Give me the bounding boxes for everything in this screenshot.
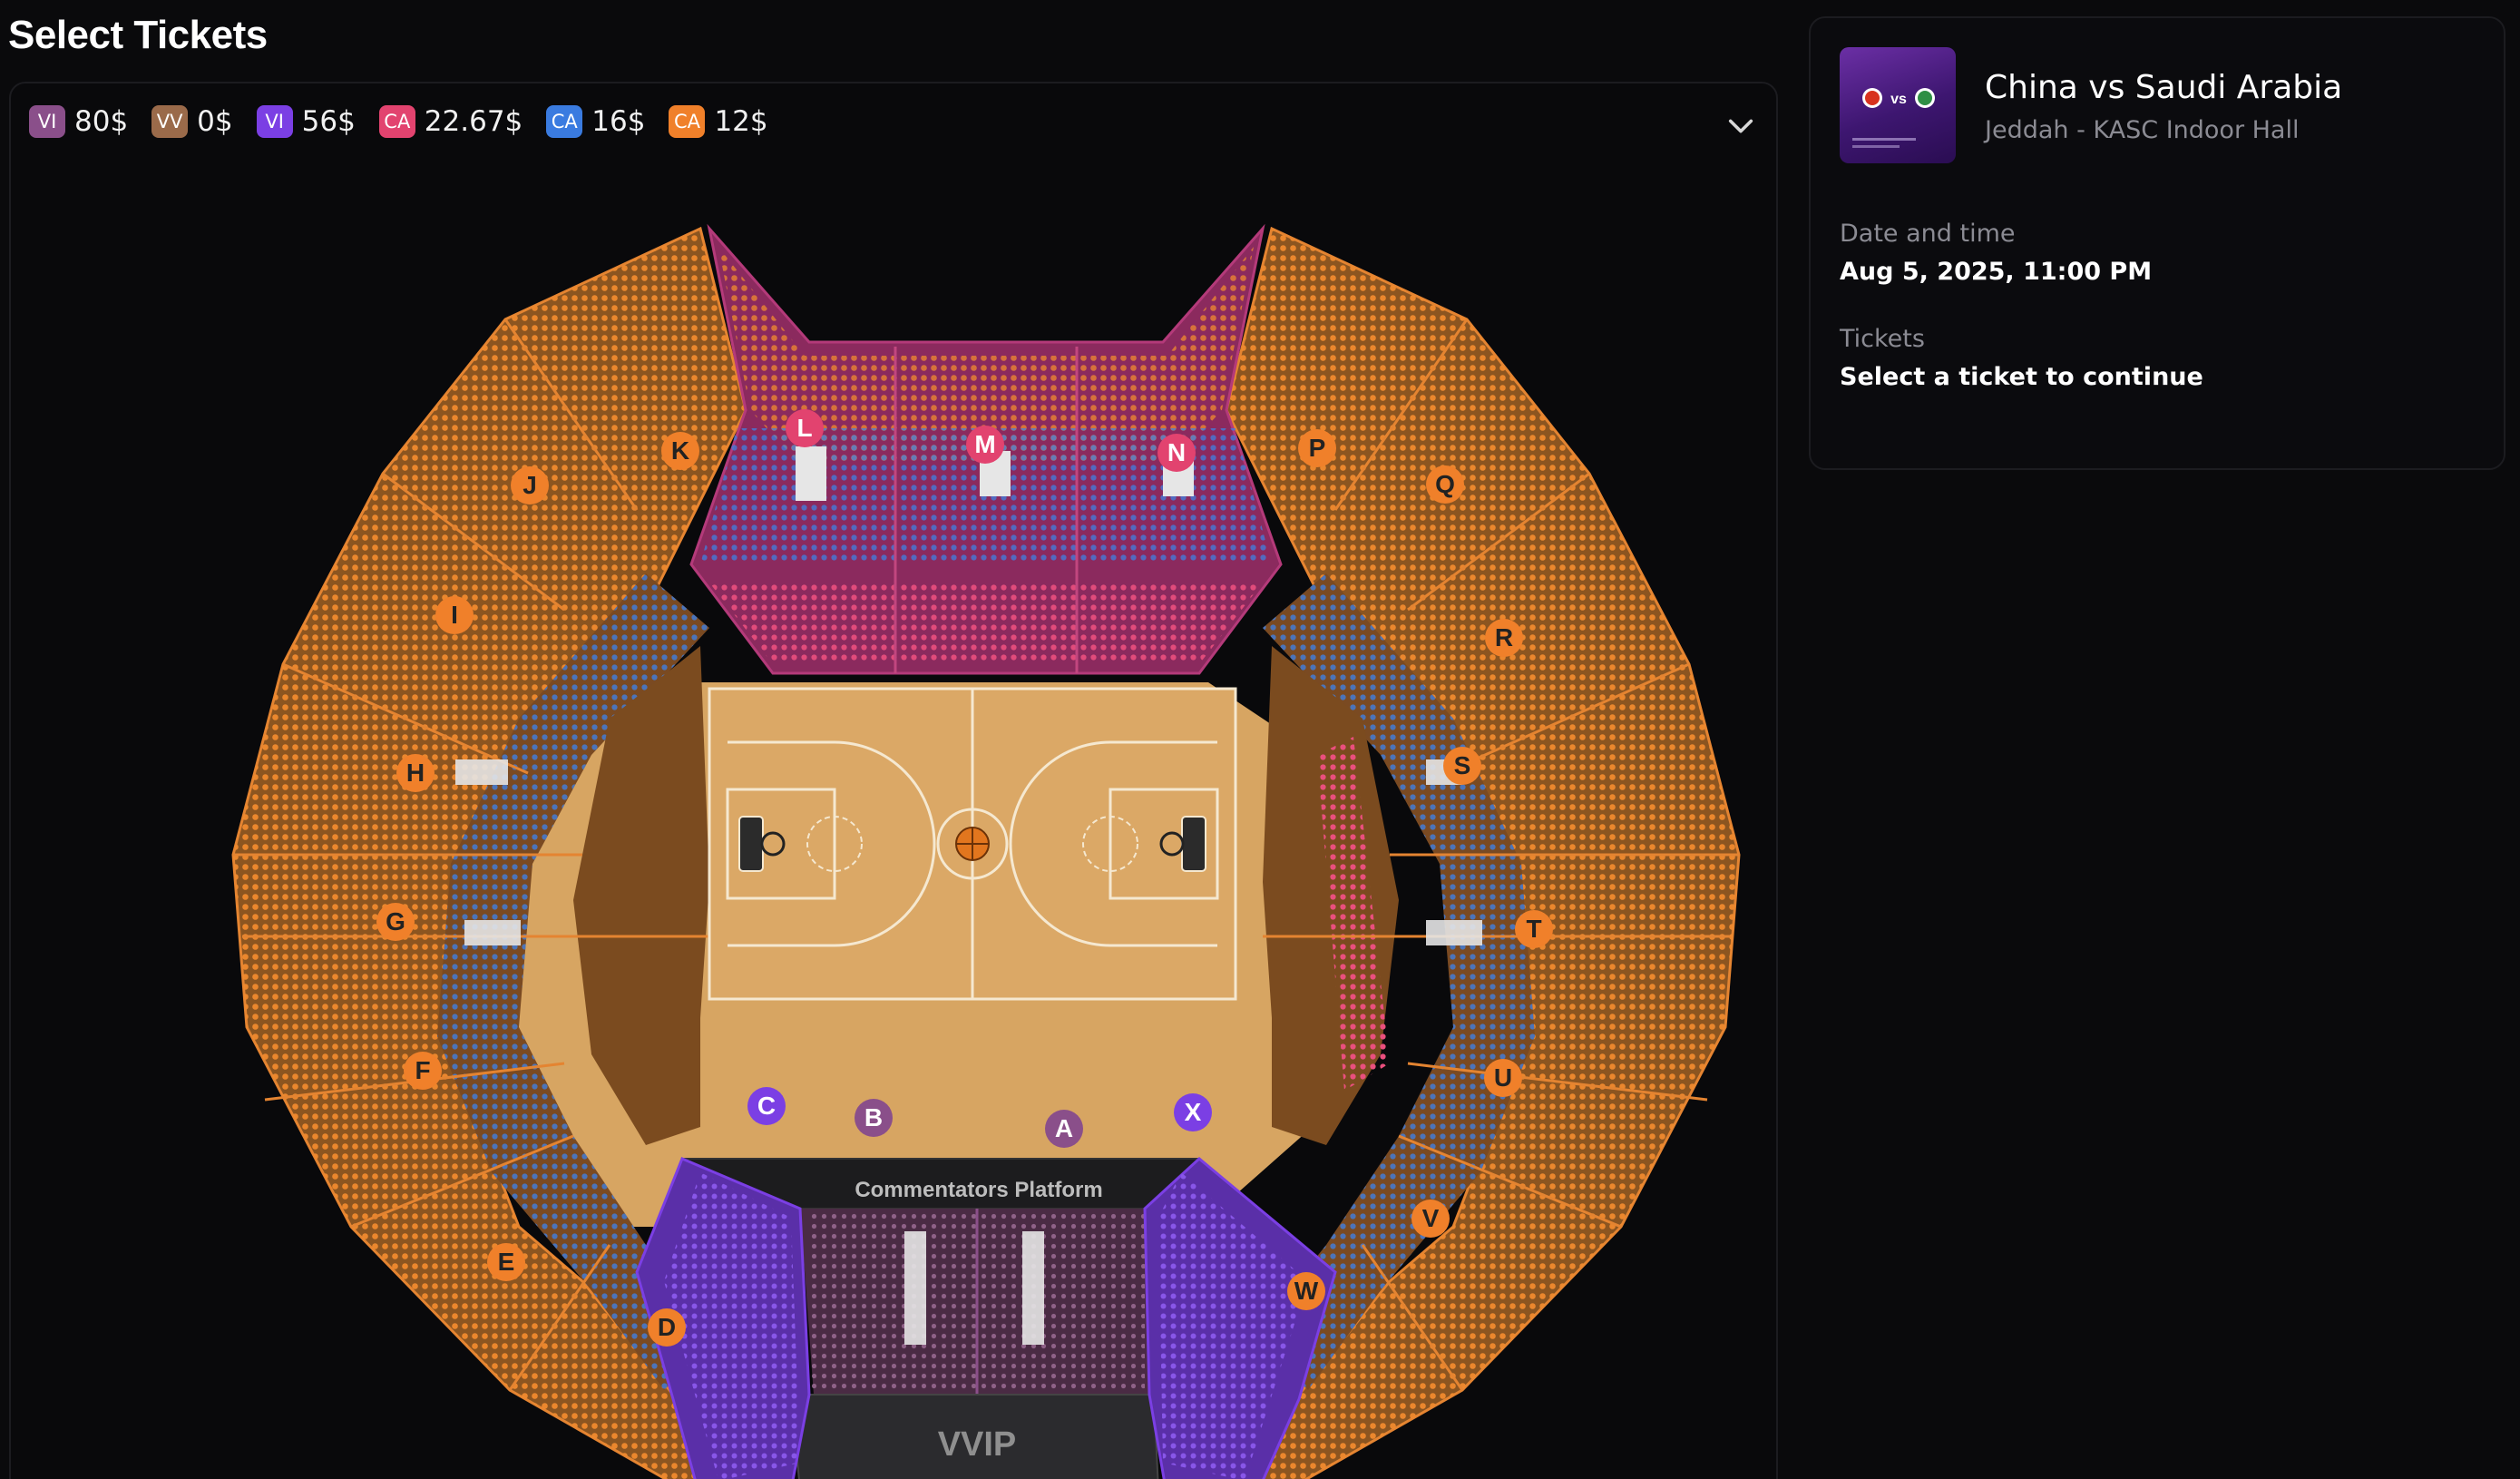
section-label: K (671, 436, 689, 465)
section-marker-R[interactable]: R (1485, 619, 1523, 657)
event-summary-card: vs China vs Saudi Arabia Jeddah - KASC I… (1809, 16, 2505, 470)
section-label: P (1309, 434, 1326, 462)
section-label: X (1185, 1098, 1202, 1126)
event-thumbnail: vs (1840, 47, 1956, 163)
vvip-label: VVIP (938, 1425, 1017, 1464)
section-marker-A[interactable]: A (1045, 1110, 1083, 1148)
event-venue: Jeddah - KASC Indoor Hall (1985, 116, 2300, 144)
arena-map: Commentators Platform VVIP A B C D E F G… (231, 223, 1741, 1479)
section-marker-F[interactable]: F (404, 1052, 442, 1090)
section-marker-J[interactable]: J (511, 466, 549, 504)
section-label: S (1454, 751, 1471, 779)
section-label: B (864, 1103, 883, 1131)
date-time-label: Date and time (1840, 220, 2016, 248)
section-label: N (1167, 438, 1186, 466)
commentators-platform-label: Commentators Platform (855, 1178, 1102, 1202)
section-marker-X[interactable]: X (1174, 1093, 1212, 1131)
section-label: M (974, 430, 995, 458)
section-marker-C[interactable]: C (747, 1087, 786, 1125)
section-marker-K[interactable]: K (661, 432, 699, 470)
section-label: D (658, 1313, 676, 1341)
section-label: G (386, 907, 405, 935)
section-label: I (451, 601, 458, 629)
section-marker-E[interactable]: E (487, 1243, 525, 1281)
section-label: J (523, 471, 537, 499)
section-marker-P[interactable]: P (1298, 429, 1336, 467)
section-marker-V[interactable]: V (1411, 1200, 1450, 1238)
section-label: A (1055, 1114, 1073, 1142)
section-label: C (757, 1092, 776, 1120)
tickets-value: Select a ticket to continue (1840, 363, 2203, 391)
section-label: U (1494, 1063, 1512, 1092)
seat-map-panel: VI 80$ VV 0$ VI 56$ CA 22.67$ CA 16$ CA … (9, 82, 1778, 1479)
section-marker-T[interactable]: T (1515, 910, 1553, 948)
section-label: L (796, 414, 812, 442)
section-label: W (1294, 1277, 1319, 1305)
basketball-court (708, 687, 1237, 1001)
section-marker-W[interactable]: W (1287, 1272, 1325, 1310)
section-label: T (1526, 915, 1541, 943)
section-marker-U[interactable]: U (1484, 1059, 1522, 1097)
page-title: Select Tickets (8, 13, 268, 57)
section-label: V (1422, 1204, 1440, 1232)
match-flags-icon: vs (1852, 88, 1935, 148)
section-marker-N[interactable]: N (1157, 434, 1196, 472)
section-marker-D[interactable]: D (648, 1308, 686, 1347)
tickets-label: Tickets (1840, 325, 1925, 353)
section-label: H (406, 759, 425, 787)
thumbnail-vs-text: vs (1890, 92, 1907, 107)
section-marker-L[interactable]: L (786, 409, 824, 447)
section-marker-H[interactable]: H (396, 754, 435, 792)
section-label: E (498, 1248, 515, 1276)
section-marker-S[interactable]: S (1443, 747, 1481, 785)
event-title: China vs Saudi Arabia (1985, 69, 2343, 106)
section-label: Q (1435, 470, 1455, 498)
section-label: F (415, 1056, 430, 1084)
section-marker-Q[interactable]: Q (1426, 465, 1464, 504)
section-marker-I[interactable]: I (435, 596, 474, 634)
basketball-icon (955, 827, 990, 861)
section-marker-G[interactable]: G (376, 903, 415, 941)
date-time-value: Aug 5, 2025, 11:00 PM (1840, 258, 2153, 286)
section-marker-M[interactable]: M (966, 426, 1004, 464)
section-marker-B[interactable]: B (855, 1099, 893, 1137)
bottom-sections: Commentators Platform VVIP (635, 1157, 1337, 1479)
section-label: R (1495, 623, 1513, 651)
